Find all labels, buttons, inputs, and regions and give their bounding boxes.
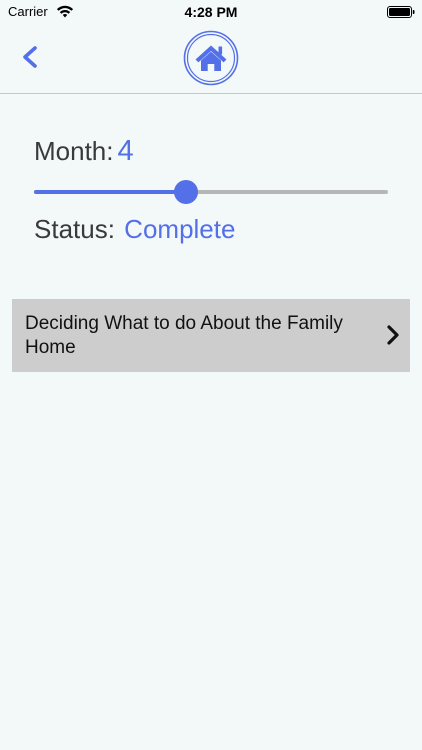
month-row: Month: 4 xyxy=(34,135,134,168)
navigation-bar xyxy=(0,24,422,94)
status-value: Complete xyxy=(124,214,236,244)
house-icon[interactable] xyxy=(183,30,239,86)
slider-thumb[interactable] xyxy=(174,180,199,204)
chevron-left-icon[interactable] xyxy=(14,40,48,74)
chevron-right-icon xyxy=(387,325,399,345)
month-label: Month: xyxy=(34,136,114,166)
status-bar: Carrier 4:28 PM xyxy=(0,0,422,24)
month-value: 4 xyxy=(117,135,134,167)
list-item-title: Deciding What to do About the Family Hom… xyxy=(25,313,343,358)
battery-icon xyxy=(387,6,415,18)
status-label: Status: xyxy=(34,214,115,244)
list-item[interactable]: Deciding What to do About the Family Hom… xyxy=(12,299,410,372)
clock: 4:28 PM xyxy=(184,4,238,20)
month-slider[interactable] xyxy=(34,180,388,204)
slider-fill xyxy=(34,190,187,194)
status-row: Status: Complete xyxy=(34,214,235,245)
